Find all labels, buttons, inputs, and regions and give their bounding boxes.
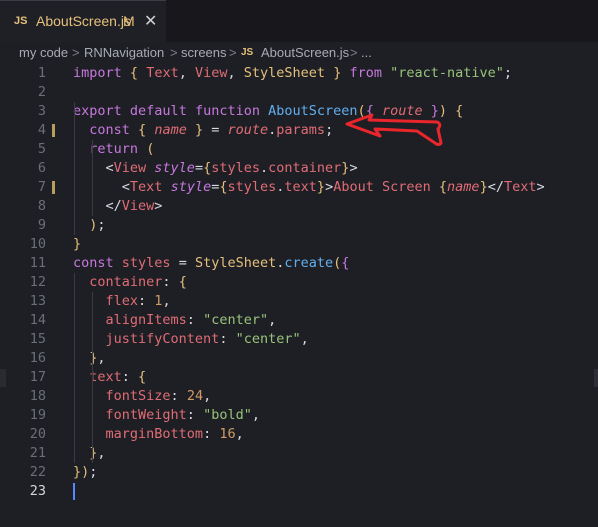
line-number: 22 <box>29 464 46 480</box>
javascript-file-icon: JS <box>241 47 254 58</box>
code-text: flex: 1, <box>105 293 171 309</box>
code-line[interactable]: 2 <box>0 83 598 102</box>
code-text: ); <box>89 217 106 233</box>
code-text: return ( <box>89 141 155 157</box>
code-text: } <box>73 236 82 252</box>
line-number: 15 <box>29 331 46 347</box>
indent-guide <box>92 368 93 463</box>
code-text: text: { <box>89 369 147 385</box>
line-number: 4 <box>37 122 46 138</box>
line-number: 12 <box>29 274 46 290</box>
breadcrumb-item-file[interactable]: AboutScreen.js <box>261 45 349 60</box>
line-number: 3 <box>37 103 46 119</box>
code-line[interactable]: 22}); <box>0 463 598 482</box>
code-line[interactable]: 4 const { name } = route.params; <box>0 121 598 140</box>
code-text: marginBottom: 16, <box>105 426 244 442</box>
modified-line-marker <box>52 181 55 194</box>
line-number: 23 <box>29 483 46 499</box>
close-icon[interactable]: ✕ <box>144 11 157 30</box>
tab-aboutscreen[interactable]: JS AboutScreen.js M ✕ <box>0 0 166 42</box>
breadcrumb-item-rnnavigation[interactable]: RNNavigation <box>84 45 164 60</box>
code-line[interactable]: 13 flex: 1, <box>0 292 598 311</box>
code-line[interactable]: 20 marginBottom: 16, <box>0 425 598 444</box>
line-number: 2 <box>37 84 46 100</box>
code-text: }, <box>89 350 106 366</box>
code-line[interactable]: 16 }, <box>0 349 598 368</box>
javascript-file-icon: JS <box>14 15 28 27</box>
code-line[interactable]: 8 </View> <box>0 197 598 216</box>
indent-guide <box>74 273 75 463</box>
breadcrumb-separator: > <box>72 45 80 60</box>
indent-guide <box>92 140 93 216</box>
code-line[interactable]: 19 fontWeight: "bold", <box>0 406 598 425</box>
line-number: 5 <box>37 141 46 157</box>
line-number: 9 <box>37 217 46 233</box>
code-line[interactable]: 18 fontSize: 24, <box>0 387 598 406</box>
breadcrumb: my code > RNNavigation > screens > JS Ab… <box>0 42 598 64</box>
breadcrumb-separator: > <box>170 45 178 60</box>
code-line[interactable]: 6 <View style={styles.container}> <box>0 159 598 178</box>
code-text: <Text style={styles.text}>About Screen {… <box>73 179 545 195</box>
code-text: alignItems: "center", <box>105 312 277 328</box>
line-number: 16 <box>29 350 46 366</box>
code-editor[interactable]: 1 import { Text, View, StyleSheet } from … <box>0 64 598 527</box>
code-line[interactable]: 15 justifyContent: "center", <box>0 330 598 349</box>
breadcrumb-separator: > <box>229 45 237 60</box>
code-text: }); <box>73 464 98 480</box>
code-text: const { name } = route.params; <box>89 122 334 138</box>
code-text: const styles = StyleSheet.create({ <box>73 255 350 271</box>
line-number: 11 <box>29 255 46 271</box>
code-line[interactable]: 21 }, <box>0 444 598 463</box>
line-number: 13 <box>29 293 46 309</box>
code-line[interactable]: 9 ); <box>0 216 598 235</box>
modified-line-marker <box>52 124 55 137</box>
code-line[interactable]: 1 import { Text, View, StyleSheet } from … <box>0 64 598 83</box>
line-number: 6 <box>37 160 46 176</box>
text-cursor <box>73 483 75 500</box>
line-number: 7 <box>37 179 46 195</box>
tab-label: AboutScreen.js <box>36 13 131 29</box>
red-arrow-icon <box>345 113 443 146</box>
modified-indicator: M <box>123 13 135 29</box>
code-text: fontSize: 24, <box>105 388 212 404</box>
breadcrumb-item-my-code[interactable]: my code <box>19 45 68 60</box>
code-text: justifyContent: "center", <box>105 331 309 347</box>
code-line[interactable]: 12 container: { <box>0 273 598 292</box>
breadcrumb-item-symbols[interactable]: ... <box>361 45 372 60</box>
code-text: container: { <box>89 274 187 290</box>
code-text: fontWeight: "bold", <box>105 407 260 423</box>
code-line[interactable]: 14 alignItems: "center", <box>0 311 598 330</box>
line-number: 20 <box>29 426 46 442</box>
breadcrumb-item-screens[interactable]: screens <box>181 45 227 60</box>
line-number: 19 <box>29 407 46 423</box>
code-line[interactable]: 17 text: { <box>0 368 598 387</box>
line-number: 1 <box>37 65 46 81</box>
code-line[interactable]: 7 <Text style={styles.text}>About Screen… <box>0 178 598 197</box>
code-text: <View style={styles.container}> <box>73 160 358 176</box>
code-line[interactable]: 5 return ( <box>0 140 598 159</box>
line-number: 17 <box>29 369 46 385</box>
line-number: 18 <box>29 388 46 404</box>
line-number: 8 <box>37 198 46 214</box>
code-line[interactable]: 11 const styles = StyleSheet.create({ <box>0 254 598 273</box>
code-text: }, <box>89 445 106 461</box>
tab-bar: JS AboutScreen.js M ✕ <box>0 0 598 42</box>
code-text: import { Text, View, StyleSheet } from "… <box>73 65 513 81</box>
line-number: 10 <box>29 236 46 252</box>
indent-guide <box>92 292 93 368</box>
line-number: 21 <box>29 445 46 461</box>
code-text: </View> <box>73 198 163 214</box>
breadcrumb-separator: > <box>350 45 358 60</box>
line-number: 14 <box>29 312 46 328</box>
code-line[interactable]: 23 <box>0 482 598 501</box>
indent-guide <box>74 102 75 235</box>
code-line[interactable]: 10} <box>0 235 598 254</box>
code-line[interactable]: 3 export default function AboutScreen({ r… <box>0 102 598 121</box>
